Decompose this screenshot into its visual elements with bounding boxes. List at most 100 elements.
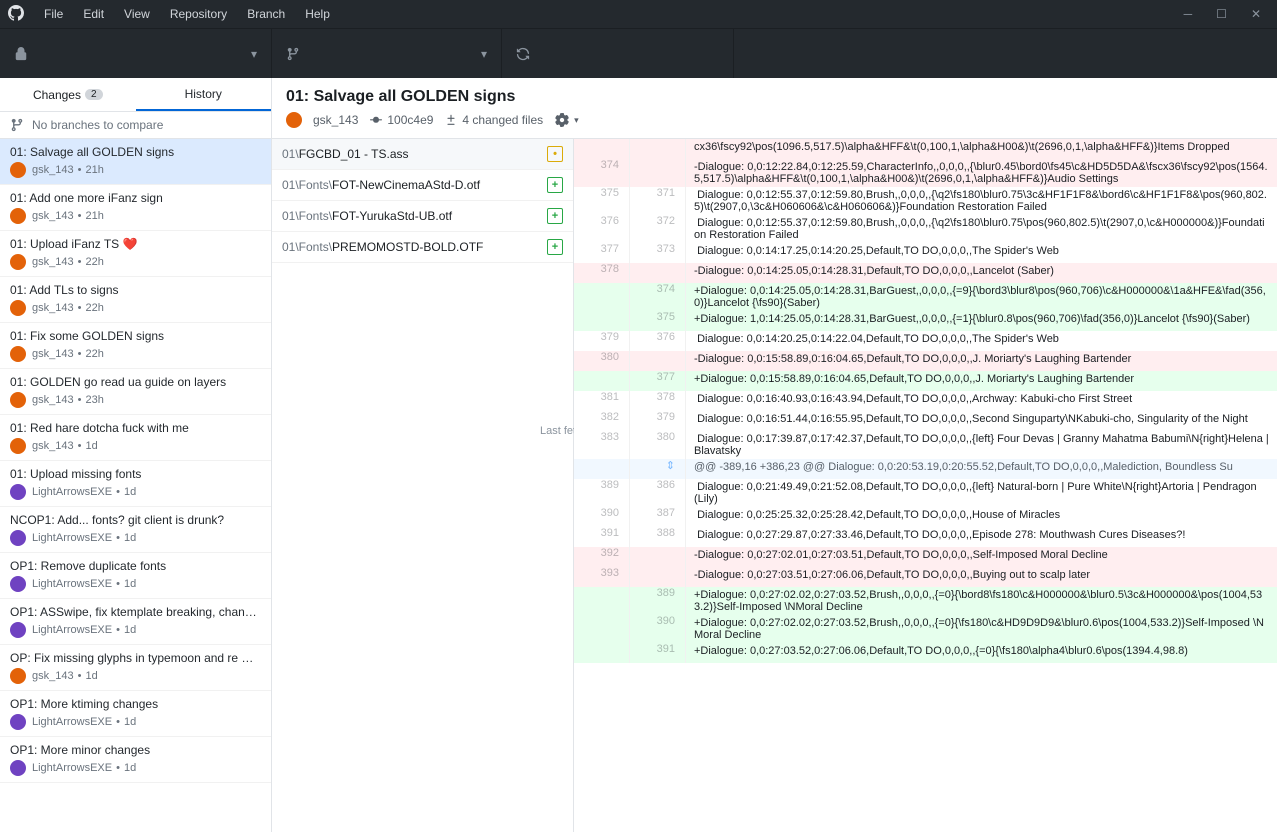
line-number-old: 392 <box>574 547 630 567</box>
file-path-prefix: 01\ <box>282 147 299 161</box>
diff-line: 383 380 Dialogue: 0,0:17:39.87,0:17:42.3… <box>574 431 1277 459</box>
avatar-icon <box>10 300 26 316</box>
commit-item-title: 01: Upload missing fonts <box>10 467 261 481</box>
menu-branch[interactable]: Branch <box>237 7 295 21</box>
commit-item-time: 1d <box>124 624 136 636</box>
diff-line: 374 -Dialogue: 0,0:12:22.84,0:12:25.59,C… <box>574 159 1277 187</box>
window-maximize-icon[interactable]: ☐ <box>1216 7 1227 21</box>
diff-line: 389 386 Dialogue: 0,0:21:49.49,0:21:52.0… <box>574 479 1277 507</box>
line-number-new: 377 <box>630 371 686 391</box>
line-number-old: 390 <box>574 507 630 527</box>
diff-line: 391 388 Dialogue: 0,0:27:29.87,0:27:33.4… <box>574 527 1277 547</box>
diff-code: Dialogue: 0,0:14:20.25,0:14:22.04,Defaul… <box>686 331 1277 351</box>
diff-line: 376 372 Dialogue: 0,0:12:55.37,0:12:59.8… <box>574 215 1277 243</box>
diff-line: 389 +Dialogue: 0,0:27:02.02,0:27:03.52,B… <box>574 587 1277 615</box>
commit-item-time: 1d <box>124 578 136 590</box>
diff-code: -Dialogue: 0,0:14:25.05,0:14:28.31,Defau… <box>686 263 1277 283</box>
branch-dropdown[interactable]: Current branch main ▾ <box>272 29 502 78</box>
line-number-old: 383 <box>574 431 630 459</box>
diff-code: -Dialogue: 0,0:12:22.84,0:12:25.59,Chara… <box>686 159 1277 187</box>
avatar-icon <box>10 392 26 408</box>
commit-item-author: LightArrowsEXE <box>32 762 112 774</box>
line-number-old <box>574 371 630 391</box>
line-number-old: 379 <box>574 331 630 351</box>
line-number-new <box>630 139 686 159</box>
commit-item-time: 1d <box>85 440 97 452</box>
git-branch-icon <box>10 118 24 132</box>
commit-item-title: OP1: ASSwipe, fix ktemplate breaking, ch… <box>10 605 261 619</box>
window-close-icon[interactable]: ✕ <box>1251 7 1261 21</box>
line-number-new: 390 <box>630 615 686 643</box>
diff-code: Dialogue: 0,0:14:17.25,0:14:20.25,Defaul… <box>686 243 1277 263</box>
commit-item-title: OP1: More minor changes <box>10 743 261 757</box>
avatar-icon <box>10 208 26 224</box>
commit-item[interactable]: NCOP1: Add... fonts? git client is drunk… <box>0 507 271 553</box>
line-number-old <box>574 615 630 643</box>
fetch-button[interactable]: Fetch origin Last fetched 3 minutes ago <box>502 29 734 78</box>
commit-item[interactable]: OP1: More ktiming changes LightArrowsEXE… <box>0 691 271 737</box>
diff-code: Dialogue: 0,0:16:40.93,0:16:43.94,Defaul… <box>686 391 1277 411</box>
line-number-new: 371 <box>630 187 686 215</box>
commit-item[interactable]: OP1: ASSwipe, fix ktemplate breaking, ch… <box>0 599 271 645</box>
avatar-icon <box>10 668 26 684</box>
line-number-old: 380 <box>574 351 630 371</box>
avatar-icon <box>10 530 26 546</box>
commit-item-title: OP1: Remove duplicate fonts <box>10 559 261 573</box>
line-number-old <box>574 311 630 331</box>
line-number-new: 374 <box>630 283 686 311</box>
diff-code: @@ -389,16 +386,23 @@ Dialogue: 0,0:20:5… <box>686 459 1277 479</box>
line-number-old: 393 <box>574 567 630 587</box>
diff-code: Dialogue: 0,0:21:49.49,0:21:52.08,Defaul… <box>686 479 1277 507</box>
commit-item-title: OP: Fix missing glyphs in typemoon and r… <box>10 651 261 665</box>
diff-code: -Dialogue: 0,0:27:03.51,0:27:06.06,Defau… <box>686 567 1277 587</box>
line-number-new: 391 <box>630 643 686 663</box>
line-number-new: 376 <box>630 331 686 351</box>
diff-code: +Dialogue: 0,0:14:25.05,0:14:28.31,BarGu… <box>686 283 1277 311</box>
diff-line: 379 376 Dialogue: 0,0:14:20.25,0:14:22.0… <box>574 331 1277 351</box>
avatar-icon <box>10 576 26 592</box>
window-minimize-icon[interactable]: ─ <box>1184 7 1193 21</box>
diff-line: 390 387 Dialogue: 0,0:25:25.32,0:25:28.4… <box>574 507 1277 527</box>
commit-item[interactable]: OP: Fix missing glyphs in typemoon and r… <box>0 645 271 691</box>
diff-view[interactable]: cx36\fscy92\pos(1096.5,517.5)\alpha&HFF&… <box>574 139 1277 832</box>
commit-item[interactable]: OP1: Remove duplicate fonts LightArrowsE… <box>0 553 271 599</box>
line-number-new: 375 <box>630 311 686 331</box>
commit-item[interactable]: 01: Upload missing fonts LightArrowsEXE … <box>0 461 271 507</box>
diff-code: Dialogue: 0,0:12:55.37,0:12:59.80,Brush,… <box>686 215 1277 243</box>
diff-line: 375 371 Dialogue: 0,0:12:55.37,0:12:59.8… <box>574 187 1277 215</box>
line-number-old <box>574 283 630 311</box>
line-number-old <box>574 587 630 615</box>
line-number-old <box>574 459 630 479</box>
avatar-icon <box>10 484 26 500</box>
line-number-new: 378 <box>630 391 686 411</box>
line-number-new: 387 <box>630 507 686 527</box>
expand-icon[interactable]: ⇕ <box>666 460 675 472</box>
commit-item-time: 1d <box>124 762 136 774</box>
diff-line: 382 379 Dialogue: 0,0:16:51.44,0:16:55.9… <box>574 411 1277 431</box>
commit-item-author: gsk_143 <box>32 670 74 682</box>
commit-item-author: LightArrowsEXE <box>32 578 112 590</box>
commit-item-author: LightArrowsEXE <box>32 532 112 544</box>
branch-name: main <box>310 0 461 437</box>
git-branch-icon <box>286 47 300 61</box>
diff-code: +Dialogue: 0,0:27:02.02,0:27:03.52,Brush… <box>686 615 1277 643</box>
commit-item-time: 1d <box>124 486 136 498</box>
diff-line: 374 +Dialogue: 0,0:14:25.05,0:14:28.31,B… <box>574 283 1277 311</box>
line-number-old: 378 <box>574 263 630 283</box>
diff-line: cx36\fscy92\pos(1096.5,517.5)\alpha&HFF&… <box>574 139 1277 159</box>
line-number-old: 382 <box>574 411 630 431</box>
avatar-icon <box>10 760 26 776</box>
diff-line: 393 -Dialogue: 0,0:27:03.51,0:27:06.06,D… <box>574 567 1277 587</box>
line-number-old: 375 <box>574 187 630 215</box>
diff-code: +Dialogue: 0,0:27:02.02,0:27:03.52,Brush… <box>686 587 1277 615</box>
diff-line: 391 +Dialogue: 0,0:27:03.52,0:27:06.06,D… <box>574 643 1277 663</box>
diff-line: ⇕ @@ -389,16 +386,23 @@ Dialogue: 0,0:20… <box>574 459 1277 479</box>
line-number-old <box>574 139 630 159</box>
line-number-old: 377 <box>574 243 630 263</box>
commit-item-author: LightArrowsEXE <box>32 716 112 728</box>
repo-dropdown[interactable]: Current repository Fate-Grand-Carnival ▾ <box>0 29 272 78</box>
line-number-new <box>630 567 686 587</box>
diff-line: 378 -Dialogue: 0,0:14:25.05,0:14:28.31,D… <box>574 263 1277 283</box>
diff-code: Dialogue: 0,0:16:51.44,0:16:55.95,Defaul… <box>686 411 1277 431</box>
commit-item[interactable]: OP1: More minor changes LightArrowsEXE •… <box>0 737 271 783</box>
